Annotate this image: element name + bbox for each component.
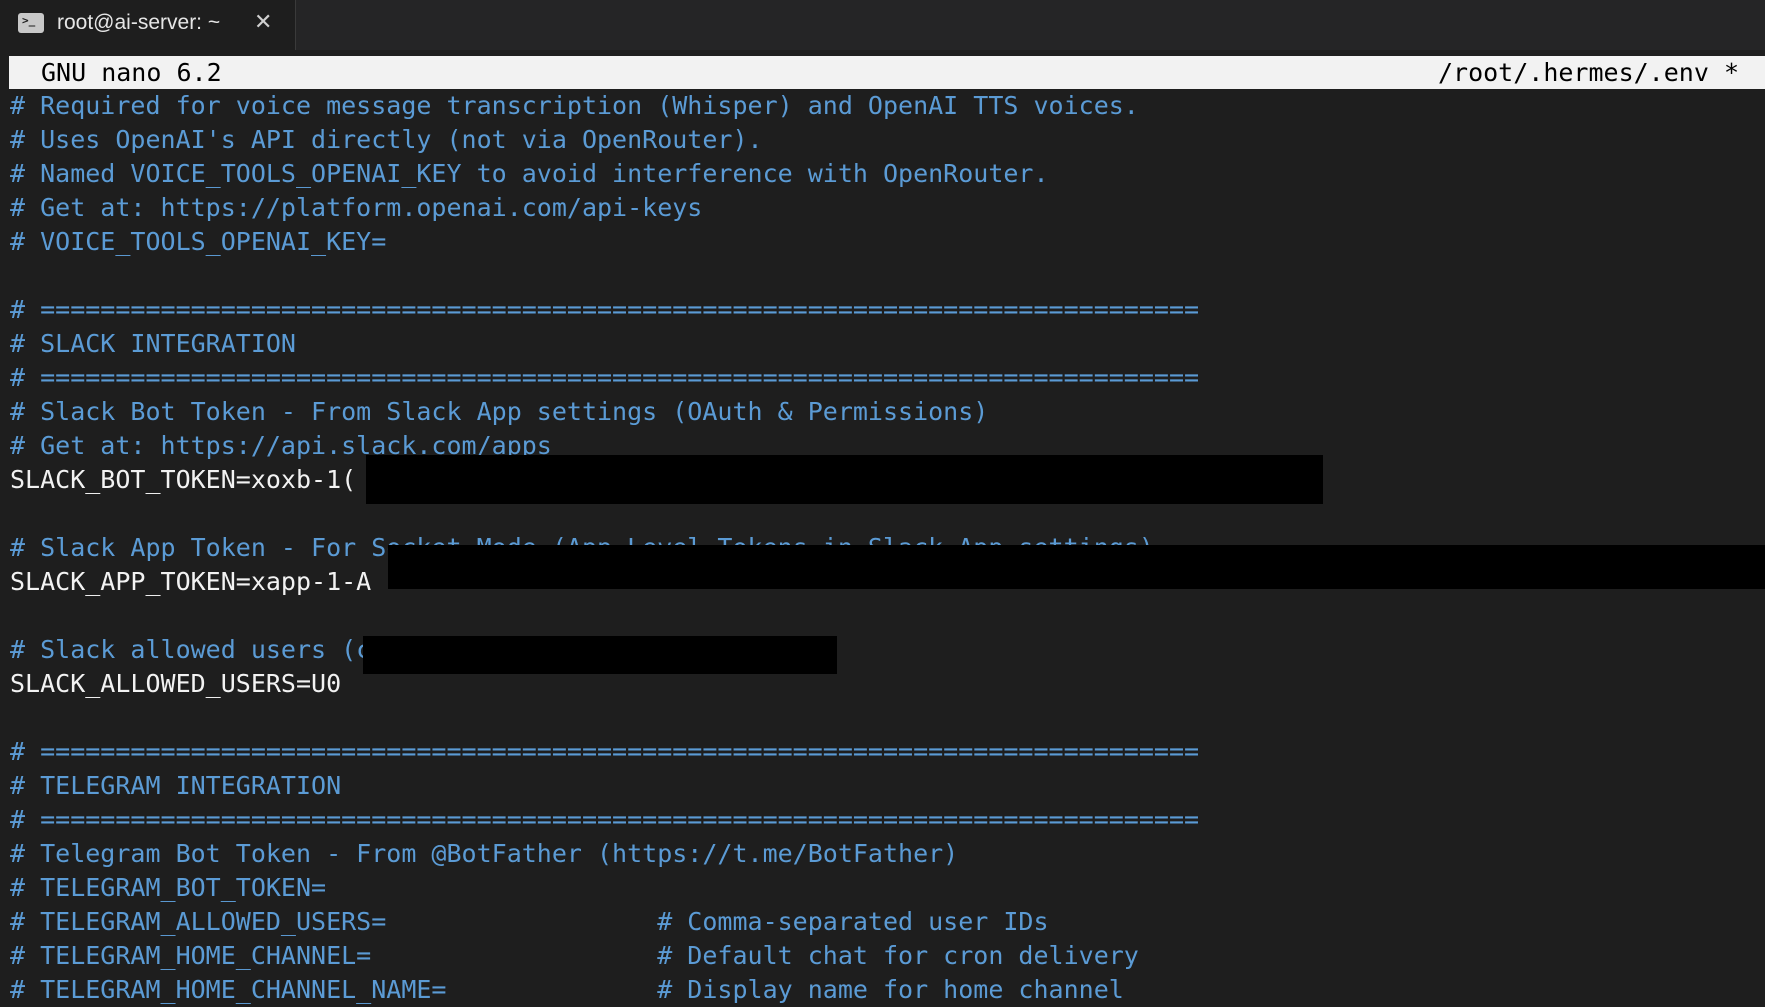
redacted-allowed-users [363,636,837,674]
redacted-app-token [388,545,1765,589]
comment-line: # Required for voice message transcripti… [10,91,1139,120]
comment-line: # VOICE_TOOLS_OPENAI_KEY= [10,227,387,256]
comment-line: # Uses OpenAI's API directly (not via Op… [10,125,763,154]
redacted-bot-token [366,455,1323,504]
env-line: SLACK_ALLOWED_USERS=U0 [10,669,342,698]
comment-line: # Slack Bot Token - From Slack App setti… [10,397,989,426]
comment-line: # ======================================… [10,737,1200,766]
comment-line: # ======================================… [10,805,1200,834]
close-icon[interactable]: ✕ [254,10,272,35]
comment-line: # Get at: https://platform.openai.com/ap… [10,193,703,222]
nano-title-bar: GNU nano 6.2 /root/.hermes/.env * [9,56,1765,89]
nano-version: GNU nano 6.2 [41,58,222,87]
comment-line: # TELEGRAM_HOME_CHANNEL= # Default chat … [10,941,1139,970]
comment-line: # ======================================… [10,295,1200,324]
comment-line: # Telegram Bot Token - From @BotFather (… [10,839,959,868]
terminal-icon: >_ [18,13,44,33]
comment-line: # SLACK INTEGRATION [10,329,296,358]
terminal-area[interactable]: GNU nano 6.2 /root/.hermes/.env * # Requ… [0,50,1765,1007]
comment-line: # Named VOICE_TOOLS_OPENAI_KEY to avoid … [10,159,1049,188]
comment-line: # TELEGRAM INTEGRATION [10,771,342,800]
terminal-icon-glyph: >_ [22,14,36,27]
file-path: /root/.hermes/.env * [1437,58,1739,87]
comment-line: # Slack allowed users (comma-separated S… [10,635,823,664]
comment-line: # ======================================… [10,363,1200,392]
comment-line: # TELEGRAM_HOME_CHANNEL_NAME= # Display … [10,975,1124,1004]
comment-line: # TELEGRAM_ALLOWED_USERS= # Comma-separa… [10,907,1049,936]
tab-title: root@ai-server: ~ [57,11,221,34]
tab-bar: >_ root@ai-server: ~ ✕ [0,0,1765,50]
comment-line: # TELEGRAM_BOT_TOKEN= [10,873,327,902]
tab-terminal[interactable]: >_ root@ai-server: ~ ✕ [0,0,296,50]
